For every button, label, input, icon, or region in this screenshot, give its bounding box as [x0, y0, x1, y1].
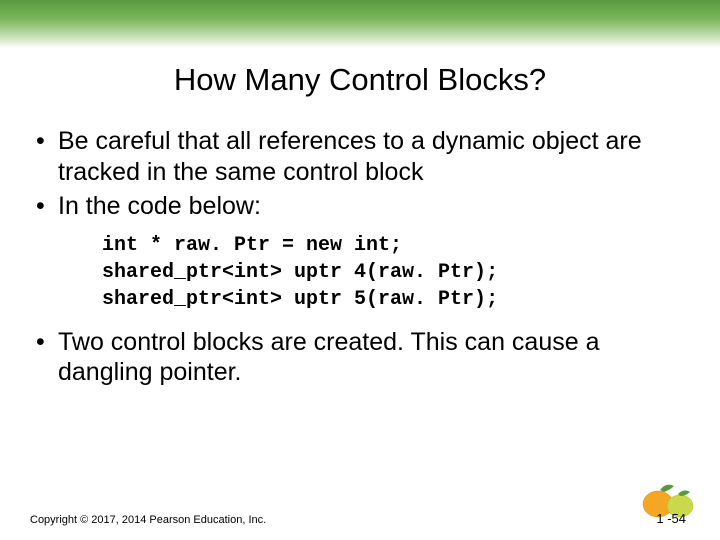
- copyright-text: Copyright © 2017, 2014 Pearson Education…: [30, 514, 266, 526]
- bullet-list-top: Be careful that all references to a dyna…: [30, 126, 690, 222]
- code-line: shared_ptr<int> uptr 4(raw. Ptr);: [102, 261, 498, 284]
- page-number: 1 -54: [656, 511, 686, 526]
- bullet-item: Two control blocks are created. This can…: [30, 327, 690, 388]
- slide-content: Be careful that all references to a dyna…: [0, 126, 720, 388]
- bullet-item: Be careful that all references to a dyna…: [30, 126, 690, 187]
- top-gradient-band: [0, 0, 720, 48]
- slide-title: How Many Control Blocks?: [0, 62, 720, 98]
- bullet-list-bottom: Two control blocks are created. This can…: [30, 327, 690, 388]
- bullet-item: In the code below:: [30, 191, 690, 222]
- code-line: shared_ptr<int> uptr 5(raw. Ptr);: [102, 288, 498, 311]
- code-line: int * raw. Ptr = new int;: [102, 234, 402, 257]
- code-block: int * raw. Ptr = new int; shared_ptr<int…: [102, 232, 690, 313]
- footer: Copyright © 2017, 2014 Pearson Education…: [30, 511, 690, 526]
